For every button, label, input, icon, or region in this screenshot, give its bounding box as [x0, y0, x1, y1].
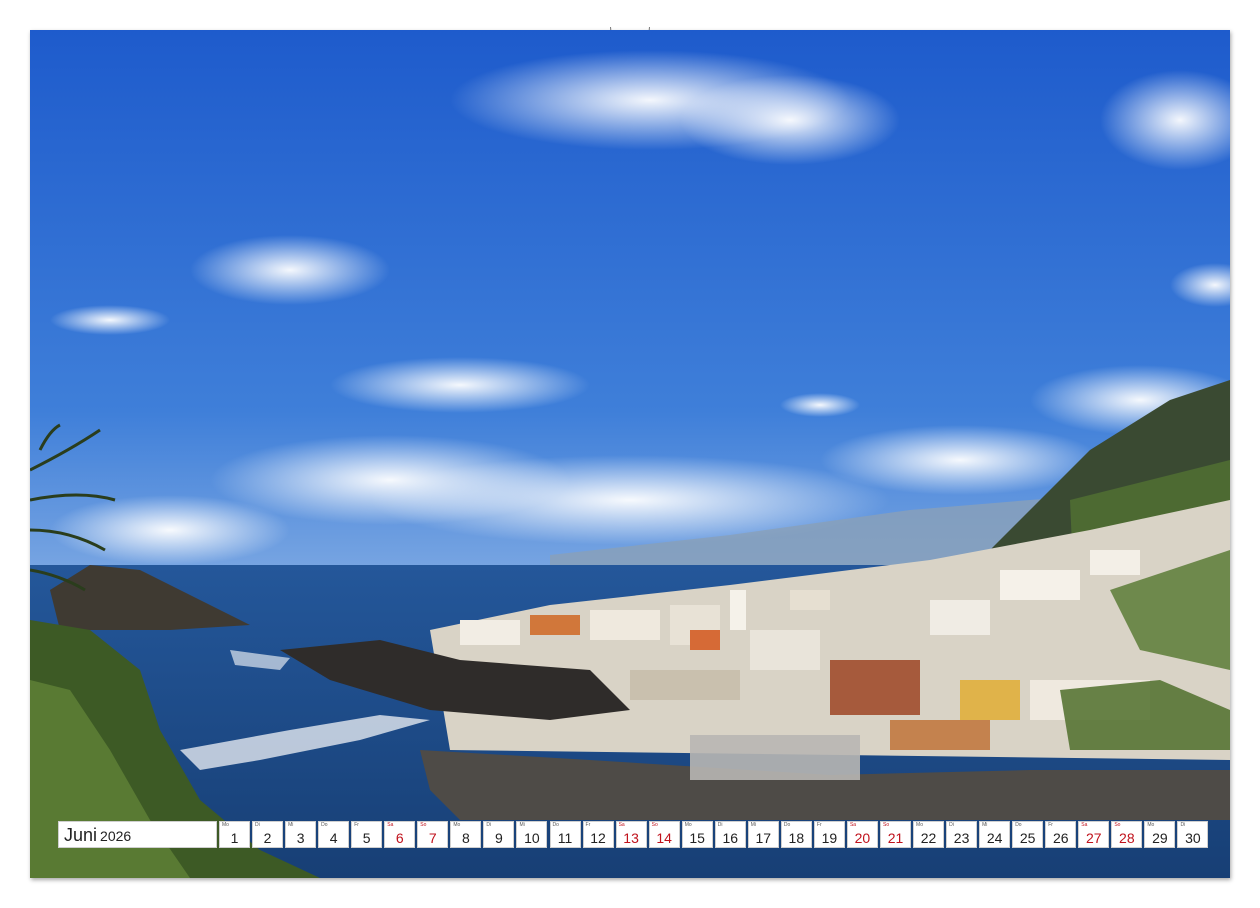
day-weekday: Fr	[354, 822, 359, 828]
day-weekday: Mi	[982, 822, 988, 828]
day-cell: So 7	[417, 821, 449, 848]
day-number: 3	[296, 830, 305, 846]
day-cell: Di 30	[1177, 821, 1209, 848]
day-cell: Do 25	[1012, 821, 1044, 848]
day-number: 14	[656, 830, 672, 846]
day-cell: Mo 8	[450, 821, 482, 848]
day-number: 17	[755, 830, 772, 846]
day-number: 9	[494, 830, 503, 846]
day-cell: Mo 1	[219, 821, 250, 848]
day-cell: Do 18	[780, 821, 812, 848]
day-weekday: Mi	[519, 822, 525, 828]
day-number: 7	[428, 830, 437, 846]
day-weekday: Di	[949, 822, 954, 828]
day-weekday: Sa	[387, 822, 394, 828]
day-weekday: Di	[255, 822, 260, 828]
day-cell: Di 9	[483, 821, 515, 848]
day-cell: Mi 24	[979, 821, 1011, 848]
day-number: 15	[689, 830, 705, 846]
day-weekday: Di	[1180, 822, 1186, 828]
day-weekday: Do	[321, 822, 328, 828]
day-weekday: Mo	[453, 822, 461, 828]
day-weekday: So	[420, 822, 427, 828]
day-weekday: Do	[783, 822, 791, 828]
day-number: 19	[821, 830, 838, 846]
day-number: 12	[590, 830, 606, 846]
day-cell: Sa 27	[1078, 821, 1110, 848]
day-weekday: Do	[1015, 822, 1022, 828]
day-number: 5	[362, 830, 371, 846]
day-weekday: Sa	[1081, 822, 1088, 828]
day-number: 26	[1052, 830, 1069, 846]
day-weekday: Fr	[816, 822, 822, 828]
day-number: 22	[920, 830, 937, 846]
day-number: 25	[1019, 830, 1036, 846]
day-weekday: Mo	[684, 822, 692, 828]
day-cell: Mi 17	[747, 821, 779, 848]
day-weekday: Mi	[288, 822, 294, 828]
calendar-strip: Juni 2026 Mo 1 Di 2 Mi 3 Do 4 Fr 5 Sa 6 So 7 Mo 8 Di 9 Mi 10…	[58, 821, 1209, 850]
day-cell: Di 16	[714, 821, 746, 848]
day-cell: Mi 3	[285, 821, 317, 848]
day-weekday: Fr	[585, 822, 591, 828]
day-number: 16	[722, 830, 739, 846]
day-weekday: Fr	[1048, 822, 1053, 828]
month-year: 2026	[100, 828, 132, 844]
day-weekday: So	[651, 822, 658, 828]
day-number: 24	[986, 830, 1003, 846]
day-number: 13	[623, 830, 639, 846]
day-number: 8	[461, 830, 470, 846]
day-number: 21	[887, 830, 904, 846]
day-weekday: Do	[552, 822, 559, 828]
day-cell: Fr 5	[351, 821, 383, 848]
day-cell: Mo 22	[913, 821, 945, 848]
day-number: 30	[1185, 830, 1201, 846]
day-cell: Do 11	[549, 821, 581, 848]
day-weekday: Mi	[750, 822, 757, 828]
day-cell: So 28	[1111, 821, 1143, 848]
month-name: Juni	[64, 825, 98, 845]
day-number: 2	[263, 830, 272, 846]
day-number: 27	[1086, 830, 1102, 846]
day-cell: Di 2	[252, 821, 284, 848]
day-weekday: Sa	[618, 822, 625, 828]
day-cell: Sa 20	[846, 821, 878, 848]
month-label: Juni 2026	[58, 821, 217, 848]
day-weekday: Mo	[916, 822, 923, 828]
day-number: 10	[524, 830, 540, 846]
day-number: 20	[854, 830, 871, 846]
day-cell: Do 4	[318, 821, 350, 848]
day-number: 18	[788, 830, 805, 846]
calendar-photo	[30, 30, 1230, 878]
day-cell: Mo 29	[1144, 821, 1176, 848]
day-number: 23	[953, 830, 970, 846]
day-weekday: So	[1114, 822, 1121, 828]
day-weekday: Mo	[1147, 822, 1155, 828]
day-number: 29	[1152, 830, 1168, 846]
day-cell: So 21	[880, 821, 911, 848]
day-number: 4	[329, 830, 338, 846]
day-cell: So 14	[648, 821, 680, 848]
day-weekday: Di	[486, 822, 492, 828]
day-weekday: Di	[717, 822, 723, 828]
day-cell: Fr 19	[813, 821, 845, 848]
day-weekday: Sa	[849, 822, 857, 828]
day-cell: Fr 12	[582, 821, 614, 848]
day-cell: Di 23	[946, 821, 978, 848]
day-number: 11	[557, 830, 573, 846]
day-cell: Mo 15	[681, 821, 713, 848]
day-cell: Mi 10	[516, 821, 548, 848]
day-number: 28	[1119, 830, 1135, 846]
day-cell: Fr 26	[1045, 821, 1077, 848]
day-number: 6	[395, 830, 404, 846]
day-cell: Sa 6	[384, 821, 416, 848]
day-weekday: Mo	[222, 822, 229, 828]
day-weekday: So	[883, 822, 890, 828]
day-number: 1	[230, 830, 239, 846]
day-cell: Sa 13	[615, 821, 647, 848]
